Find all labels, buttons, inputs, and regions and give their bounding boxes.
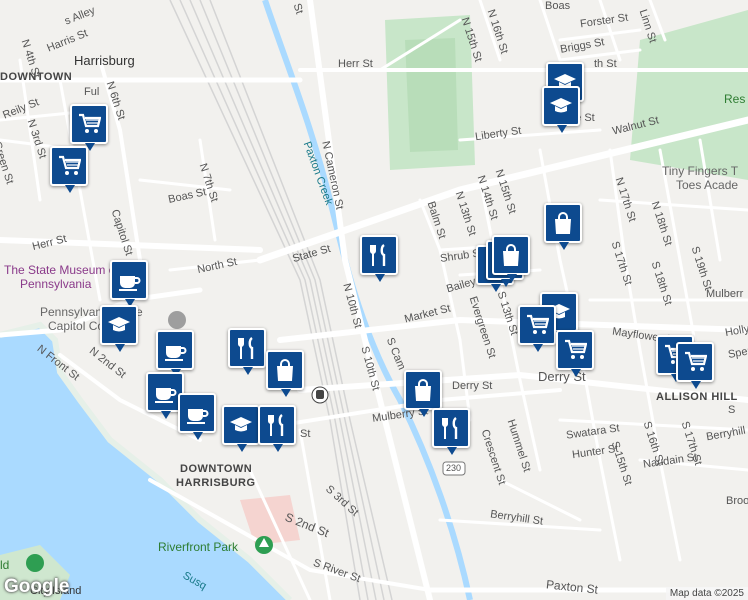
place-tiny-fingers-1: Tiny Fingers T [662, 164, 739, 178]
street-brook: Broo [726, 495, 748, 507]
map-marker-restaurant[interactable] [360, 235, 398, 282]
park-inner [405, 38, 458, 152]
shopping-bag-icon [415, 379, 431, 401]
street-derry-mid: Derry St [452, 380, 493, 392]
map-marker-grocery[interactable] [676, 342, 714, 389]
shopping-cart-icon [685, 351, 707, 371]
capitol-landmark-icon [168, 311, 186, 329]
place-res: Res [724, 92, 746, 106]
shopping-cart-icon [527, 314, 549, 334]
street-mulberr-right: Mulberr [706, 288, 744, 300]
google-logo: Google [4, 576, 70, 597]
shopping-bag-icon [555, 212, 571, 234]
shopping-cart-icon [59, 155, 81, 175]
place-allison-hill: ALLISON HILL [656, 391, 738, 403]
fork-knife-icon [370, 244, 386, 266]
place-ld: ld [0, 558, 10, 572]
fork-knife-icon [442, 417, 458, 439]
island-park-icon [26, 554, 44, 572]
street-th-fragment: th St [594, 58, 617, 70]
map-marker-shop[interactable] [404, 370, 442, 417]
map-marker-shop[interactable] [492, 235, 530, 282]
map-marker-shop[interactable] [544, 203, 582, 250]
map-marker-cafe[interactable] [110, 260, 148, 307]
shopping-bag-icon [503, 244, 519, 266]
map-marker-grocery[interactable] [518, 305, 556, 352]
place-riverfront-park: Riverfront Park [158, 540, 239, 554]
map-marker-school[interactable] [542, 86, 580, 133]
route-230-label: 230 [446, 463, 462, 473]
coffee-cup-icon [119, 276, 141, 291]
place-state-museum-1: The State Museum of [4, 263, 119, 277]
coffee-cup-icon [165, 346, 187, 361]
map-marker-grocery[interactable] [556, 330, 594, 377]
map-marker-school[interactable] [222, 405, 260, 452]
street-herr-right: Herr St [338, 58, 373, 70]
place-state-museum-2: Pennsylvania [20, 277, 92, 291]
place-harrisburg: Harrisburg [74, 53, 135, 68]
graduation-cap-icon [550, 98, 572, 113]
place-tiny-fingers-2: Toes Acade [676, 178, 739, 192]
shopping-bag-icon [277, 359, 293, 381]
shopping-cart-icon [79, 113, 101, 133]
map-marker-school[interactable] [100, 305, 138, 352]
map-attribution: Map data ©2025 [665, 587, 748, 600]
train-glyph [316, 390, 324, 399]
street-de-fragment: S [728, 404, 736, 416]
map-marker-restaurant[interactable] [228, 328, 266, 375]
street-fulton-fragment: Ful [84, 86, 100, 98]
street-boas-top: Boas [545, 0, 571, 12]
map-canvas[interactable]: Harrisburg DOWNTOWN DOWNTOWN HARRISBURG … [0, 0, 748, 600]
coffee-cup-icon [187, 409, 209, 424]
graduation-cap-icon [230, 417, 252, 432]
fork-knife-icon [238, 337, 254, 359]
map-marker-restaurant[interactable] [432, 408, 470, 455]
map-marker-shop[interactable] [266, 350, 304, 397]
coffee-cup-icon [155, 388, 177, 403]
shopping-cart-icon [565, 339, 587, 359]
street-st-fragment: St [300, 428, 311, 440]
place-downtown-1: DOWNTOWN [180, 463, 253, 475]
map-marker-grocery[interactable] [50, 146, 88, 193]
map-marker-restaurant[interactable] [258, 405, 296, 452]
map-marker-grocery[interactable] [70, 104, 108, 151]
map-marker-cafe[interactable] [178, 393, 216, 440]
place-downtown-2: HARRISBURG [176, 477, 256, 489]
map-marker-cafe[interactable] [156, 330, 194, 377]
fork-knife-icon [268, 414, 284, 436]
graduation-cap-icon [108, 317, 130, 332]
